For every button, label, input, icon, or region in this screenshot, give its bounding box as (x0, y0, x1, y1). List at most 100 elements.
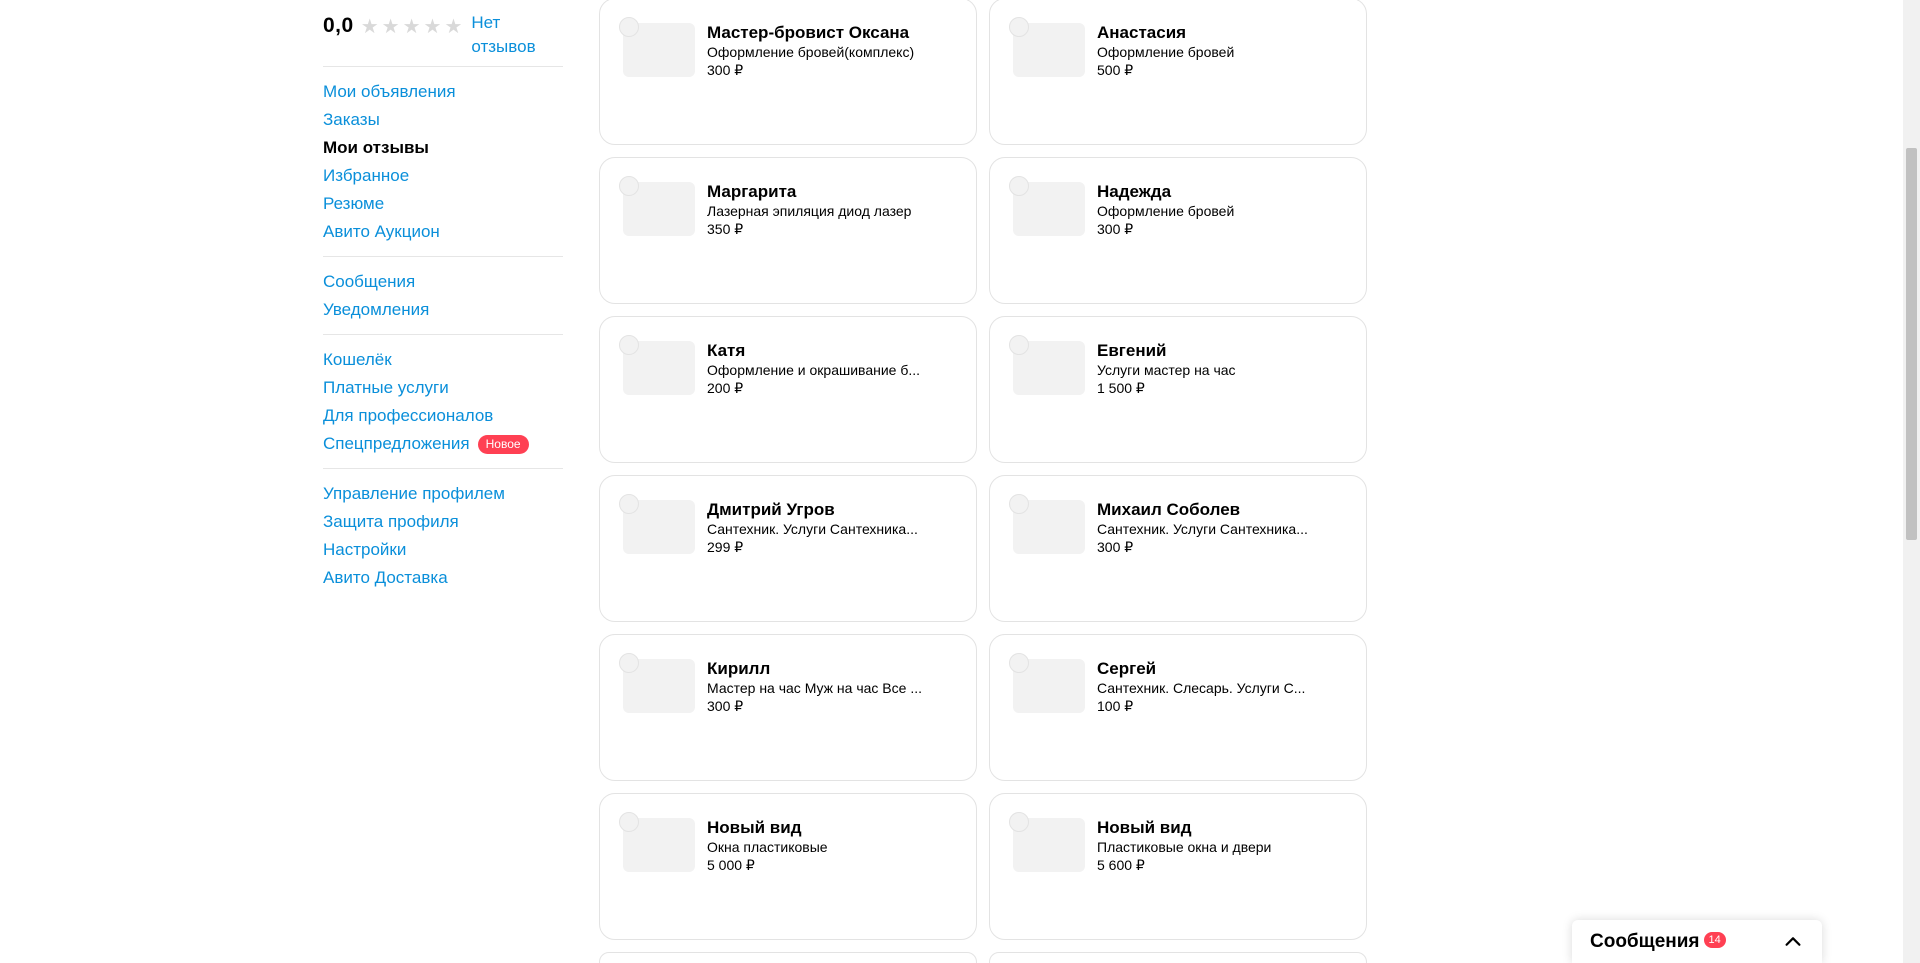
service-price: 500 ₽ (1097, 62, 1134, 78)
sidebar-item[interactable]: Сообщения (323, 268, 563, 296)
service-price: 300 ₽ (1097, 539, 1134, 555)
nav-group: Сообщения Уведомления (323, 268, 563, 324)
service-card-partial[interactable] (989, 952, 1367, 963)
divider (323, 66, 563, 67)
no-reviews-link[interactable]: Нет отзывов (471, 11, 551, 59)
service-price: 300 ₽ (707, 698, 744, 714)
seller-name: Новый вид (707, 818, 802, 837)
service-title: Услуги мастер на час (1097, 362, 1236, 378)
sidebar-item[interactable]: Мои объявления (323, 78, 563, 106)
sidebar-item[interactable]: Защита профиля (323, 508, 563, 536)
avatar (619, 335, 639, 355)
service-card[interactable]: Анастасия Оформление бровей 500 ₽ (989, 0, 1367, 145)
seller-name: Дмитрий Угров (707, 500, 835, 519)
avatar (1009, 176, 1029, 196)
avatar (619, 653, 639, 673)
service-card[interactable]: Михаил Соболев Сантехник. Услуги Сантехн… (989, 475, 1367, 622)
star-icon: ★ (444, 16, 463, 38)
star-icon: ★ (381, 16, 400, 38)
sidebar-item-label: Настройки (323, 540, 407, 559)
service-title: Окна пластиковые (707, 839, 828, 855)
avatar (1009, 812, 1029, 832)
service-card[interactable]: Сергей Сантехник. Слесарь. Услуги С... 1… (989, 634, 1367, 781)
sidebar-item[interactable]: Резюме (323, 190, 563, 218)
sidebar-item[interactable]: Мои отзывы (323, 134, 563, 162)
profile-sidebar: 0,0 ★ ★ ★ ★ ★ Нет отзывов Мои объявления Зака… (323, 0, 563, 592)
sidebar-item[interactable]: Авито Доставка (323, 564, 563, 592)
avatar (1009, 17, 1029, 37)
service-title: Сантехник. Услуги Сантехника... (1097, 521, 1308, 537)
service-card[interactable]: Евгений Услуги мастер на час 1 500 ₽ (989, 316, 1367, 463)
star-icon: ★ (402, 16, 421, 38)
star-icon: ★ (360, 16, 379, 38)
review-targets-grid: Мастер-бровист Оксана Оформление бровей(… (599, 0, 1367, 963)
sidebar-nav: Мои объявления Заказы Мои отзывы Избранное Р… (323, 78, 563, 592)
service-card[interactable]: Новый вид Пластиковые окна и двери 5 600… (989, 793, 1367, 940)
avatar (1009, 494, 1029, 514)
service-card[interactable]: Кирилл Мастер на час Муж на час Все ... … (599, 634, 977, 781)
scrollbar-thumb[interactable] (1906, 148, 1917, 540)
sidebar-item-label: Кошелёк (323, 350, 392, 369)
sidebar-item[interactable]: Спецпредложения Новое (323, 430, 563, 458)
nav-group: Мои объявления Заказы Мои отзывы Избранное Р… (323, 78, 563, 246)
seller-name: Катя (707, 341, 746, 360)
messenger-panel[interactable]: Сообщения 14 (1572, 920, 1822, 963)
card-info: Маргарита Лазерная эпиляция диод лазер 3… (707, 182, 935, 238)
service-price: 300 ₽ (1097, 221, 1134, 237)
rating-summary: 0,0 ★ ★ ★ ★ ★ Нет отзывов (323, 0, 563, 56)
avatar (619, 176, 639, 196)
sidebar-item[interactable]: Уведомления (323, 296, 563, 324)
avatar (619, 494, 639, 514)
sidebar-item-label: Мои объявления (323, 82, 456, 101)
sidebar-item[interactable]: Для профессионалов (323, 402, 563, 430)
sidebar-item[interactable]: Платные услуги (323, 374, 563, 402)
service-title: Оформление бровей(комплекс) (707, 44, 915, 60)
card-info: Надежда Оформление бровей 300 ₽ (1097, 182, 1325, 238)
service-card-partial[interactable] (599, 952, 977, 963)
nav-group: Кошелёк Платные услуги Для профессионалов С… (323, 346, 563, 458)
sidebar-item-label: Уведомления (323, 300, 430, 319)
seller-name: Михаил Соболев (1097, 500, 1241, 519)
service-card[interactable]: Маргарита Лазерная эпиляция диод лазер 3… (599, 157, 977, 304)
service-card[interactable]: Катя Оформление и окрашивание б... 200 ₽ (599, 316, 977, 463)
sidebar-item[interactable]: Заказы (323, 106, 563, 134)
avatar (1009, 335, 1029, 355)
avatar (1009, 653, 1029, 673)
avatar (619, 17, 639, 37)
service-card[interactable]: Новый вид Окна пластиковые 5 000 ₽ (599, 793, 977, 940)
rating-stars: ★ ★ ★ ★ ★ (361, 17, 463, 37)
sidebar-item[interactable]: Кошелёк (323, 346, 563, 374)
page-scrollbar[interactable] (1903, 0, 1920, 963)
sidebar-item-label: Защита профиля (323, 512, 459, 531)
unread-count-badge: 14 (1703, 931, 1726, 948)
avatar (619, 812, 639, 832)
card-info: Михаил Соболев Сантехник. Услуги Сантехн… (1097, 500, 1325, 556)
service-title: Сантехник. Услуги Сантехника... (707, 521, 918, 537)
service-price: 350 ₽ (707, 221, 744, 237)
card-info: Сергей Сантехник. Слесарь. Услуги С... 1… (1097, 659, 1325, 715)
divider (323, 256, 563, 257)
service-title: Мастер на час Муж на час Все ... (707, 680, 922, 696)
card-info: Мастер-бровист Оксана Оформление бровей(… (707, 23, 935, 79)
sidebar-item-label: Платные услуги (323, 378, 449, 397)
card-info: Катя Оформление и окрашивание б... 200 ₽ (707, 341, 935, 397)
service-card[interactable]: Мастер-бровист Оксана Оформление бровей(… (599, 0, 977, 145)
service-card[interactable]: Дмитрий Угров Сантехник. Услуги Сантехни… (599, 475, 977, 622)
service-card[interactable]: Надежда Оформление бровей 300 ₽ (989, 157, 1367, 304)
sidebar-item[interactable]: Настройки (323, 536, 563, 564)
sidebar-item[interactable]: Управление профилем (323, 480, 563, 508)
sidebar-item[interactable]: Избранное (323, 162, 563, 190)
seller-name: Новый вид (1097, 818, 1192, 837)
sidebar-item-label: Управление профилем (323, 484, 505, 503)
service-title: Сантехник. Слесарь. Услуги С... (1097, 680, 1306, 696)
divider (323, 468, 563, 469)
star-icon: ★ (423, 16, 442, 38)
chevron-up-icon[interactable] (1782, 931, 1804, 953)
card-info: Новый вид Окна пластиковые 5 000 ₽ (707, 818, 935, 874)
service-title: Оформление бровей (1097, 203, 1235, 219)
sidebar-item[interactable]: Авито Аукцион (323, 218, 563, 246)
card-info: Кирилл Мастер на час Муж на час Все ... … (707, 659, 935, 715)
seller-name: Надежда (1097, 182, 1172, 201)
nav-group: Управление профилем Защита профиля Настрой… (323, 480, 563, 592)
service-price: 5 600 ₽ (1097, 857, 1145, 873)
